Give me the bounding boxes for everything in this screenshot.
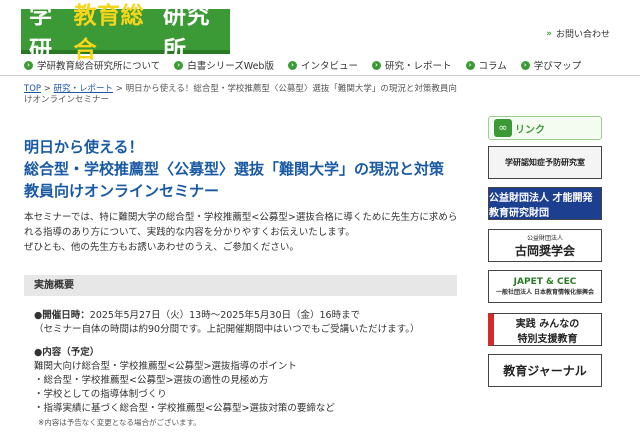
arrow-circle-icon: ›: [465, 60, 475, 70]
content-item: ・指導実績に基づく総合型・学校推薦型<公募型>選抜対策の要締など: [34, 403, 335, 414]
section-heading: 実施概要: [24, 275, 457, 296]
banner-label: 学研認知症予防研究室: [505, 158, 585, 167]
content-item: 難関大向け総合型・学校推薦型<公募型>選抜指導のポイント: [34, 361, 297, 372]
banner-label: 教育ジャーナル: [503, 364, 587, 378]
content-note: ※内容は予告なく変更となる場合がございます。: [38, 418, 201, 427]
banner-sub: 公益財団法人: [526, 234, 563, 242]
nav-label: コラム: [478, 61, 507, 72]
date-note: （セミナー自体の時間は約90分間です。上記開催期間中はいつでもご受講いただけます…: [34, 324, 420, 335]
nav-item-column[interactable]: › コラム: [465, 58, 507, 72]
content-label: ●内容（予定）: [34, 347, 100, 358]
intro-paragraph-2: ぜひとも、他の先生方もお誘いあわせのうえ、ご参加ください。: [24, 242, 299, 253]
banner-sub: 一般社団法人 日本教育情報化振興会: [495, 289, 595, 296]
title-line-2: 総合型・学校推薦型〈公募型〉選抜「難関大学」の現況と対策: [24, 160, 445, 178]
breadcrumb-reports-link[interactable]: 研究・レポート: [54, 84, 114, 94]
event-details: ●開催日時：2025年5月27日（火）13時～2025年5月30日（金）16時ま…: [34, 309, 454, 430]
banner-sainou-kaihatsu[interactable]: 公益財団法人 才能開発教育研究財団: [488, 187, 602, 220]
nav-label: 研究・レポート: [384, 61, 452, 72]
main-nav: › 学研教育総合研究所について › 白書シリーズWeb版 › インタビュー › 研究・レ…: [0, 55, 640, 76]
banner-kyoiku-journal[interactable]: 教育ジャーナル: [488, 354, 602, 387]
banner-label: 公益財団法人 才能開発教育研究財団: [489, 192, 593, 219]
banner-tokubetsu-shien[interactable]: 実践 みんなの 特別支援教育: [488, 313, 602, 346]
title-line-3: 教員向けオンラインセミナー: [24, 182, 220, 200]
content-item: ・総合型・学校推薦型<公募型>選抜の適性の見極め方: [34, 375, 269, 386]
date-value: 2025年5月27日（火）13時～2025年5月30日（金）16時まで: [89, 310, 361, 321]
banner-label: 古岡奨学会: [514, 243, 575, 258]
logo-text-3: 研究所: [163, 2, 210, 63]
date-row: ●開催日時：2025年5月27日（火）13時～2025年5月30日（金）16時ま…: [34, 309, 454, 323]
arrow-circle-icon: ›: [174, 60, 184, 70]
site-header: 学研 教育総合 研究所 » お問い合わせ: [0, 0, 640, 63]
arrow-circle-icon: ›: [371, 60, 381, 70]
nav-item-whitepaper[interactable]: › 白書シリーズWeb版: [174, 58, 274, 72]
nav-label: 学びマップ: [533, 61, 582, 72]
arrow-circle-icon: ›: [287, 60, 297, 70]
nav-label: インタビュー: [300, 61, 358, 72]
banner-label-2: 特別支援教育: [517, 333, 578, 345]
content-item: ・学校としての指導体制づくり: [34, 389, 167, 400]
banner-label: 実践 みんなの: [515, 318, 580, 330]
page-title: 明日から使える！ 総合型・学校推薦型〈公募型〉選抜「難関大学」の現況と対策 教員…: [24, 136, 464, 202]
breadcrumb: TOP > 研究・レポート > 明日から使える！総合型・学校推薦型〈公募型〉選抜…: [24, 84, 464, 106]
double-chevron-right-icon: »: [546, 28, 552, 39]
logo-text-1: 学研: [29, 2, 53, 63]
nav-item-reports[interactable]: › 研究・レポート: [371, 58, 452, 72]
nav-item-map[interactable]: › 学びマップ: [520, 58, 582, 72]
intro-text: 本セミナーでは、特に難関大学の総合型・学校推薦型<公募型>選抜合格に導くために先…: [24, 210, 464, 255]
nav-label: 白書シリーズWeb版: [187, 61, 274, 72]
breadcrumb-separator: >: [41, 84, 54, 94]
link-icon: ∞: [494, 119, 512, 137]
sidebar-links-heading: ∞ リンク: [488, 116, 602, 140]
banner-furuoka-shogakukai[interactable]: 公益財団法人 古岡奨学会: [488, 229, 602, 262]
banner-japet-cec[interactable]: JAPET & CEC 一般社団法人 日本教育情報化振興会: [488, 270, 602, 303]
contact-label: お問い合わせ: [555, 30, 610, 40]
title-line-1: 明日から使える！: [24, 138, 144, 156]
arrow-circle-icon: ›: [520, 60, 530, 70]
nav-item-interview[interactable]: › インタビュー: [287, 58, 358, 72]
banner-label: JAPET & CEC: [513, 277, 577, 287]
site-logo[interactable]: 学研 教育総合 研究所: [21, 3, 230, 63]
breadcrumb-top-link[interactable]: TOP: [24, 84, 41, 94]
intro-paragraph-1: 本セミナーでは、特に難関大学の総合型・学校推薦型<公募型>選抜合格に導くために先…: [24, 212, 458, 238]
logo-text-2: 教育総合: [73, 2, 145, 63]
arrow-circle-icon: ›: [24, 60, 33, 70]
date-label: ●開催日時：: [34, 310, 90, 321]
banner-ninchisho-yobo[interactable]: 学研認知症予防研究室: [488, 146, 602, 179]
breadcrumb-separator: >: [113, 84, 126, 94]
sidebar-heading-label: リンク: [515, 125, 545, 136]
nav-item-about[interactable]: › 学研教育総合研究所について: [24, 58, 160, 72]
contact-link[interactable]: » お問い合わせ: [546, 27, 610, 41]
nav-label: 学研教育総合研究所について: [37, 61, 161, 72]
